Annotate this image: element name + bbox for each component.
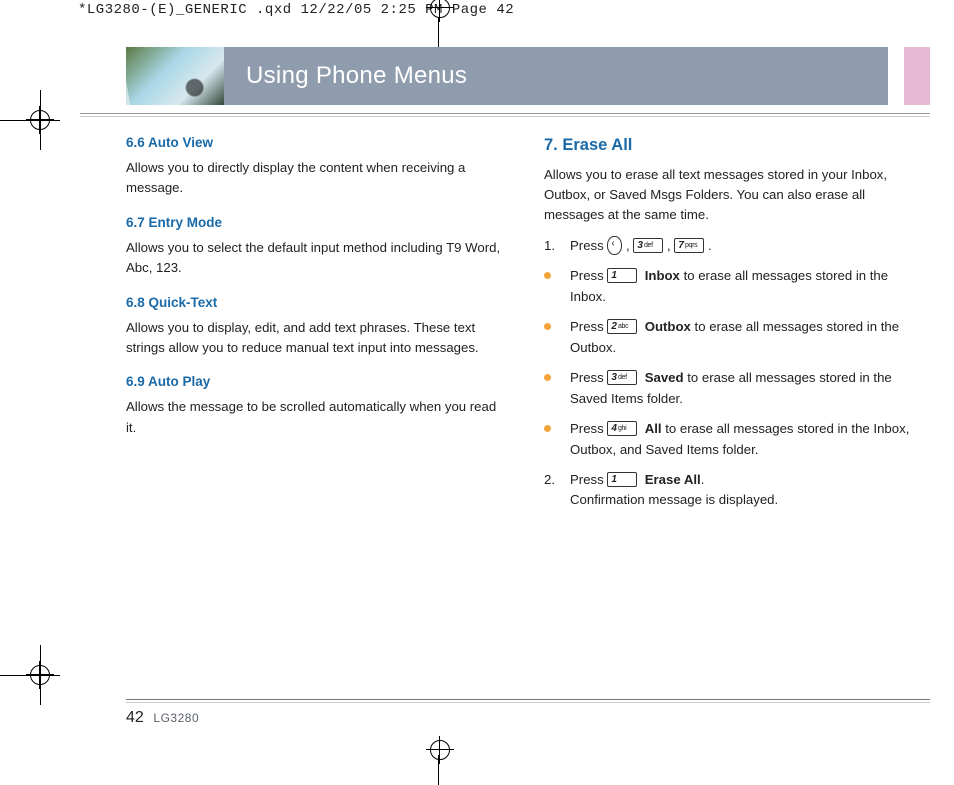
bold-label: Inbox (641, 268, 680, 283)
divider (80, 113, 930, 114)
key-1-icon: 1 (607, 268, 637, 283)
key-3-icon: 3def (607, 370, 637, 385)
footer: 42 LG3280 (126, 699, 930, 727)
key-1-icon: 1 (607, 472, 637, 487)
step-list: 1. Press , 3def , 7pqrs . Press (544, 236, 924, 511)
left-column: 6.6 Auto View Allows you to directly dis… (126, 133, 506, 521)
body-text: Allows you to select the default input m… (126, 238, 506, 279)
content-columns: 6.6 Auto View Allows you to directly dis… (80, 133, 930, 521)
step-body: Press 4ghi All to erase all messages sto… (570, 419, 924, 460)
step-number: 1. (544, 236, 570, 256)
body-text: Allows you to directly display the conte… (126, 158, 506, 199)
file-header: *LG3280-(E)_GENERIC .qxd 12/22/05 2:25 P… (0, 0, 954, 18)
list-item: Press 1 Inbox to erase all messages stor… (544, 266, 924, 307)
registration-mark-top-left (30, 110, 50, 130)
divider (126, 699, 930, 700)
bold-label: Outbox (641, 319, 691, 334)
nav-key-icon (607, 236, 622, 255)
step-body: Press 1 Erase All. Confirmation message … (570, 470, 924, 511)
header-photo (126, 47, 224, 105)
text: . (708, 238, 712, 253)
key-2-icon: 2abc (607, 319, 637, 334)
header-band: Using Phone Menus (126, 47, 930, 105)
bold-label: All (641, 421, 662, 436)
bullet-icon (544, 266, 570, 307)
header-tab-pink (904, 47, 930, 105)
text: Press (570, 319, 607, 334)
list-item: 2. Press 1 Erase All. Confirmation messa… (544, 470, 924, 511)
heading-6-7: 6.7 Entry Mode (126, 213, 506, 234)
bullet-icon (544, 419, 570, 460)
page-number: 42 (126, 709, 144, 726)
right-column: 7. Erase All Allows you to erase all tex… (544, 133, 924, 521)
step-body: Press 3def Saved to erase all messages s… (570, 368, 924, 409)
step-body: Press , 3def , 7pqrs . (570, 236, 924, 256)
text: . (701, 472, 705, 487)
registration-mark-bottom-left (30, 665, 50, 685)
heading-6-9: 6.9 Auto Play (126, 372, 506, 393)
bullet-icon (544, 317, 570, 358)
divider (80, 116, 930, 117)
model-name: LG3280 (153, 711, 199, 725)
body-text: Allows you to erase all text messages st… (544, 165, 924, 226)
bullet-icon (544, 368, 570, 409)
footer-text: 42 LG3280 (126, 709, 930, 727)
page-title: Using Phone Menus (224, 47, 888, 105)
crop-line-bottom (438, 755, 439, 785)
step-body: Press 1 Inbox to erase all messages stor… (570, 266, 924, 307)
text: , (667, 238, 674, 253)
heading-6-6: 6.6 Auto View (126, 133, 506, 154)
text: Press (570, 421, 607, 436)
heading-6-8: 6.8 Quick-Text (126, 293, 506, 314)
divider (126, 702, 930, 703)
bold-label: Saved (641, 370, 684, 385)
text: , (626, 238, 633, 253)
registration-mark-bottom (430, 740, 450, 760)
header-gap (888, 47, 896, 105)
list-item: Press 2abc Outbox to erase all messages … (544, 317, 924, 358)
text: Press (570, 472, 607, 487)
key-7-icon: 7pqrs (674, 238, 704, 253)
text: Press (570, 238, 607, 253)
text: Press (570, 268, 607, 283)
body-text: Allows the message to be scrolled automa… (126, 397, 506, 438)
list-item: Press 4ghi All to erase all messages sto… (544, 419, 924, 460)
bold-label: Erase All (641, 472, 701, 487)
step-body: Press 2abc Outbox to erase all messages … (570, 317, 924, 358)
text: Press (570, 370, 607, 385)
step-number: 2. (544, 470, 570, 511)
page-body: Using Phone Menus 6.6 Auto View Allows y… (80, 47, 930, 521)
heading-7: 7. Erase All (544, 133, 924, 159)
key-3-icon: 3def (633, 238, 663, 253)
list-item: Press 3def Saved to erase all messages s… (544, 368, 924, 409)
list-item: 1. Press , 3def , 7pqrs . (544, 236, 924, 256)
text: Confirmation message is displayed. (570, 492, 778, 507)
body-text: Allows you to display, edit, and add tex… (126, 318, 506, 359)
key-4-icon: 4ghi (607, 421, 637, 436)
